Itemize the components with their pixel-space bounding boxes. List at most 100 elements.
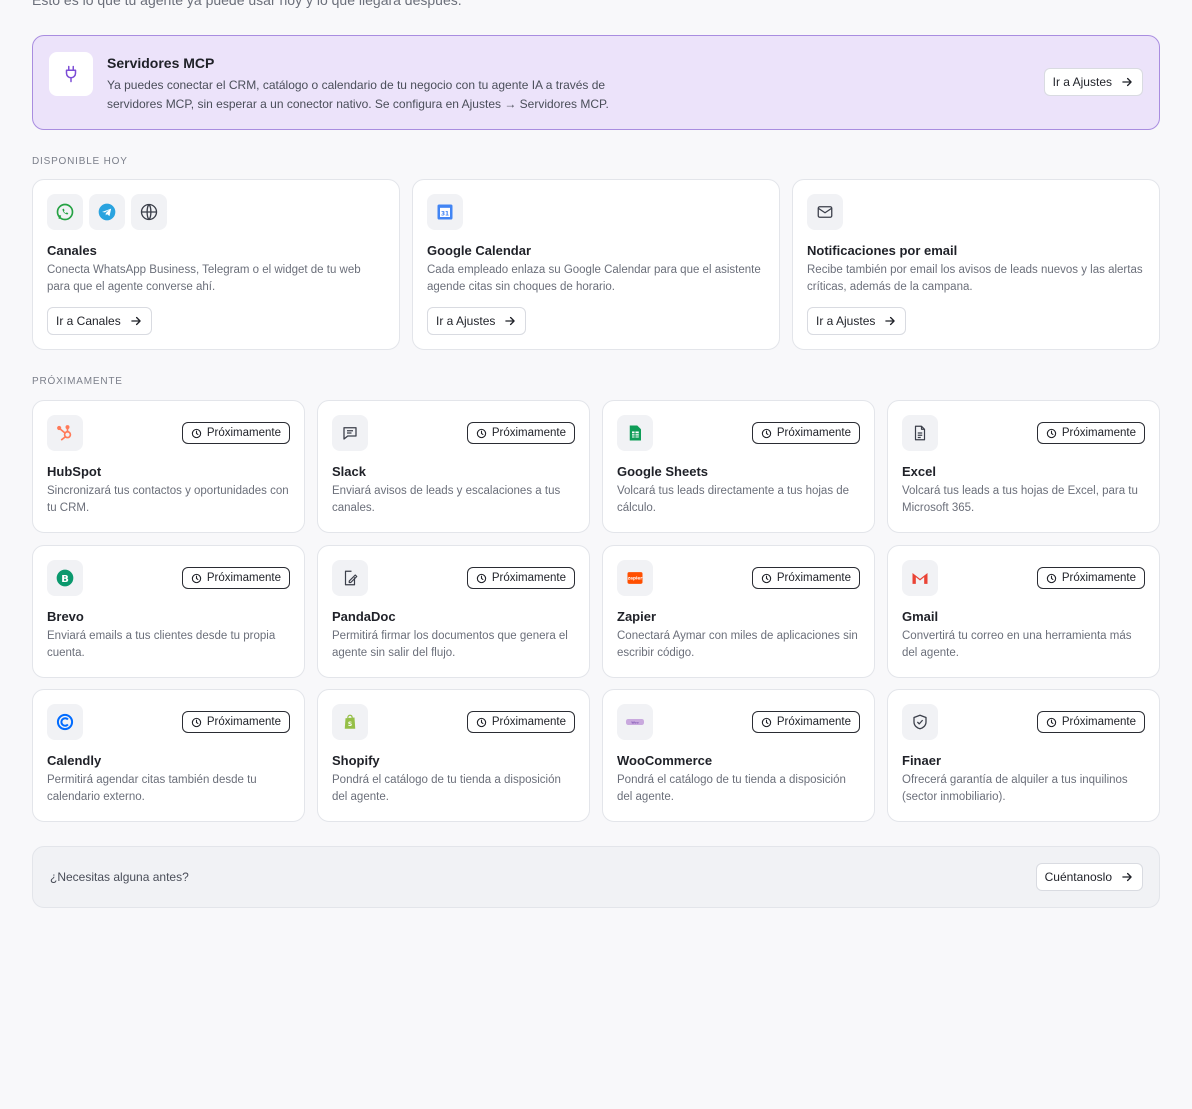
card-email-notifications: Notificaciones por email Recibe también … xyxy=(792,179,1160,350)
badge-label: Próximamente xyxy=(206,572,281,584)
card-description: Conectará Aymar con miles de aplicacione… xyxy=(617,630,858,659)
tell-us-button[interactable]: Cuéntanoslo xyxy=(1035,863,1143,891)
coming-soon-badge: Próximamente xyxy=(751,711,860,733)
card-title: Gmail xyxy=(902,609,939,624)
clock-icon xyxy=(1046,428,1057,438)
card-hubspot: Próximamente HubSpot Sincronizará tus cont… xyxy=(32,400,305,533)
mcp-description: Ya puedes conectar el CRM, catálogo o ca… xyxy=(107,78,609,111)
card-description: Conecta WhatsApp Business, Telegram o el… xyxy=(47,264,361,293)
clock-icon xyxy=(476,573,487,583)
card-shopify: S Próximamente Shopify Pondrá el catálogo d… xyxy=(317,689,590,822)
google-sheets-icon xyxy=(617,415,653,451)
coming-soon-badge: Próximamente xyxy=(181,711,290,733)
svg-text:Woo: Woo xyxy=(631,721,638,725)
button-label: Ir a Ajustes xyxy=(1052,75,1112,89)
card-canales: Canales Conecta WhatsApp Business, Teleg… xyxy=(32,179,400,350)
card-zapier: zapier Próximamente Zapier Conectará Aymar … xyxy=(602,545,875,678)
go-settings-button[interactable]: Ir a Ajustes xyxy=(807,307,907,335)
card-description: Permitirá agendar citas también desde tu… xyxy=(47,774,257,803)
available-section-label: DISPONIBLE HOY xyxy=(32,156,128,167)
footer-text: ¿Necesitas alguna antes? xyxy=(50,870,189,884)
clock-icon xyxy=(1046,573,1057,583)
card-title: Google Calendar xyxy=(427,243,532,258)
woocommerce-icon: Woo xyxy=(617,704,653,740)
clock-icon xyxy=(761,428,772,438)
coming-soon-badge: Próximamente xyxy=(466,567,575,589)
coming-soon-badge: Próximamente xyxy=(1036,567,1145,589)
whatsapp-icon xyxy=(47,194,83,230)
badge-label: Próximamente xyxy=(491,716,566,728)
card-description: Pondrá el catálogo de tu tienda a dispos… xyxy=(617,774,846,803)
calendly-icon xyxy=(47,704,83,740)
telegram-icon xyxy=(89,194,125,230)
coming-soon-badge: Próximamente xyxy=(466,422,575,444)
clock-icon xyxy=(191,573,202,583)
card-description: Cada empleado enlaza su Google Calendar … xyxy=(427,264,761,293)
badge-label: Próximamente xyxy=(776,716,851,728)
svg-text:31: 31 xyxy=(441,211,449,217)
gmail-icon xyxy=(902,560,938,596)
mcp-title: Servidores MCP xyxy=(107,55,215,71)
button-label: Ir a Ajustes xyxy=(816,314,876,328)
svg-text:B: B xyxy=(61,574,69,585)
button-label: Cuéntanoslo xyxy=(1044,870,1112,884)
card-title: Google Sheets xyxy=(617,464,709,479)
card-title: Finaer xyxy=(902,753,942,768)
svg-text:zapier: zapier xyxy=(628,576,643,581)
card-pandadoc: Próximamente PandaDoc Permitirá firmar los… xyxy=(317,545,590,678)
go-channels-button[interactable]: Ir a Canales xyxy=(47,307,152,335)
card-title: Canales xyxy=(47,243,97,258)
card-brevo: B Próximamente Brevo Enviará emails a tus c… xyxy=(32,545,305,678)
badge-label: Próximamente xyxy=(776,427,851,439)
document-icon xyxy=(902,415,938,451)
svg-text:S: S xyxy=(348,721,352,728)
arrow-right-icon xyxy=(130,316,141,326)
card-google-calendar: 31 Google Calendar Cada empleado enlaza … xyxy=(412,179,780,350)
card-description: Recibe también por email los avisos de l… xyxy=(807,264,1143,293)
chat-icon xyxy=(332,415,368,451)
request-footer: ¿Necesitas alguna antes? Cuéntanoslo xyxy=(32,846,1160,908)
clock-icon xyxy=(1046,717,1057,727)
mcp-go-settings-button[interactable]: Ir a Ajustes xyxy=(1043,68,1143,96)
globe-icon xyxy=(131,194,167,230)
clock-icon xyxy=(476,717,487,727)
card-title: Shopify xyxy=(332,753,380,768)
badge-label: Próximamente xyxy=(206,427,281,439)
clock-icon xyxy=(761,573,772,583)
card-description: Volcará tus leads a tus hojas de Excel, … xyxy=(902,485,1138,514)
go-settings-button[interactable]: Ir a Ajustes xyxy=(427,307,527,335)
zapier-icon: zapier xyxy=(617,560,653,596)
plug-icon xyxy=(49,52,93,96)
coming-soon-badge: Próximamente xyxy=(1036,711,1145,733)
card-description: Permitirá firmar los documentos que gene… xyxy=(332,630,568,659)
arrow-right-icon xyxy=(1122,77,1132,87)
card-slack: Próximamente Slack Enviará avisos de leads… xyxy=(317,400,590,533)
card-google-sheets: Próximamente Google Sheets Volcará tus lea… xyxy=(602,400,875,533)
card-description: Pondrá el catálogo de tu tienda a dispos… xyxy=(332,774,561,803)
card-description: Ofrecerá garantía de alquiler a tus inqu… xyxy=(902,774,1128,803)
card-title: Zapier xyxy=(617,609,657,624)
arrow-right-icon xyxy=(885,316,896,326)
coming-soon-badge: Próximamente xyxy=(181,422,290,444)
google-calendar-icon: 31 xyxy=(427,194,463,230)
badge-label: Próximamente xyxy=(1061,427,1136,439)
badge-label: Próximamente xyxy=(1061,716,1136,728)
coming-soon-badge: Próximamente xyxy=(751,422,860,444)
card-calendly: Próximamente Calendly Permitirá agendar ci… xyxy=(32,689,305,822)
card-woocommerce: Woo Próximamente WooCommerce Pondrá el catá… xyxy=(602,689,875,822)
clock-icon xyxy=(191,717,202,727)
badge-label: Próximamente xyxy=(491,427,566,439)
card-title: HubSpot xyxy=(47,464,102,479)
arrow-right-icon xyxy=(505,316,516,326)
coming-soon-badge: Próximamente xyxy=(751,567,860,589)
coming-soon-badge: Próximamente xyxy=(1036,422,1145,444)
card-finaer: Próximamente Finaer Ofrecerá garantía de a… xyxy=(887,689,1160,822)
brevo-icon: B xyxy=(47,560,83,596)
shopify-icon: S xyxy=(332,704,368,740)
signature-icon xyxy=(332,560,368,596)
mail-icon xyxy=(807,194,843,230)
arrow-right-icon xyxy=(1122,872,1132,882)
card-description: Enviará emails a tus clientes desde tu p… xyxy=(47,630,276,659)
card-title: Slack xyxy=(332,464,366,479)
badge-label: Próximamente xyxy=(491,572,566,584)
